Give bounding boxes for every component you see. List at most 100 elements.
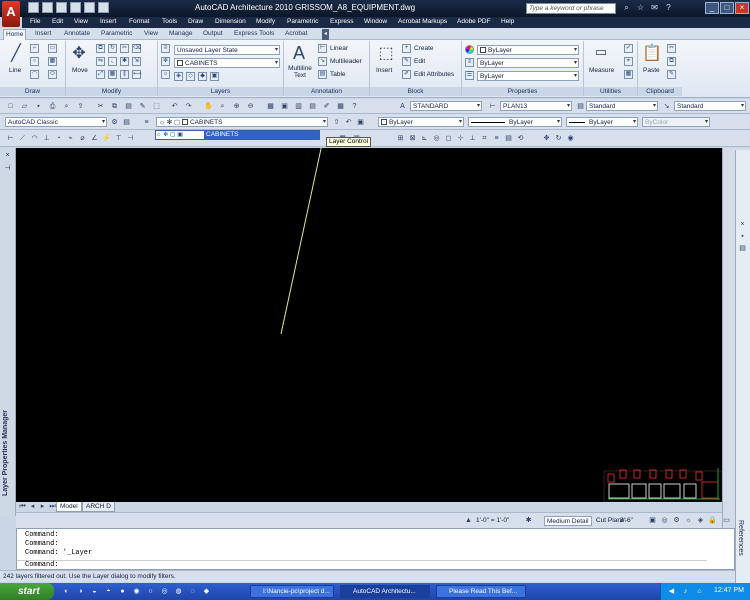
copy-clip-icon[interactable]: ⧉ bbox=[667, 57, 676, 66]
cut-icon[interactable]: ✂ bbox=[96, 102, 105, 111]
workspace-settings-icon[interactable]: ⚙ bbox=[110, 118, 119, 127]
text-style-icon[interactable]: A bbox=[398, 102, 407, 111]
color-control-combo[interactable]: ByLayer ▾ bbox=[378, 117, 464, 127]
status-tool-icon[interactable]: ☼ bbox=[684, 516, 693, 525]
polyline-icon[interactable]: ⌐ bbox=[30, 44, 39, 53]
lengthen-icon[interactable]: ⟷ bbox=[132, 70, 142, 79]
diameter-icon[interactable]: ⌀ bbox=[78, 134, 87, 143]
help-icon[interactable]: ? bbox=[350, 102, 359, 111]
jogged-icon[interactable]: ⌁ bbox=[66, 134, 75, 143]
application-menu-button[interactable]: A bbox=[2, 1, 20, 27]
close-icon[interactable]: × bbox=[738, 220, 747, 229]
edit-attributes-icon[interactable]: ✐ bbox=[402, 70, 411, 79]
tab-view[interactable]: View bbox=[142, 29, 160, 40]
color-wheel-icon[interactable] bbox=[465, 45, 474, 54]
lwt-icon[interactable]: ≡ bbox=[492, 134, 501, 143]
measure-label[interactable]: Measure bbox=[589, 67, 614, 74]
create-block-icon[interactable]: + bbox=[402, 44, 411, 53]
save-icon[interactable]: ▪ bbox=[34, 102, 43, 111]
plot-icon[interactable] bbox=[70, 2, 81, 13]
network-icon[interactable]: ⌂ bbox=[695, 587, 704, 596]
fillet-icon[interactable]: ⌞ bbox=[108, 57, 117, 66]
baseline-icon[interactable]: ⊤ bbox=[114, 134, 123, 143]
menu-window[interactable]: Window bbox=[364, 18, 387, 25]
quick-launch-icon[interactable]: ● bbox=[118, 587, 127, 596]
layer-control-combo[interactable]: ☼ ✻ ▢ CABINETS ▾ bbox=[156, 117, 328, 127]
plot-preview-icon[interactable]: ⌕ bbox=[62, 102, 71, 111]
quick-launch-icon[interactable]: ○ bbox=[146, 587, 155, 596]
dim-style-combo[interactable]: PLAN13 ▾ bbox=[500, 101, 572, 111]
create-label[interactable]: Create bbox=[414, 45, 434, 52]
open-icon[interactable]: ▱ bbox=[20, 102, 29, 111]
rectangle-icon[interactable]: ▭ bbox=[48, 44, 57, 53]
pin-icon[interactable]: ▪ bbox=[738, 232, 747, 241]
command-line[interactable]: Command: Command: Command: '_Layer Comma… bbox=[16, 528, 735, 570]
circle-icon[interactable]: ○ bbox=[30, 57, 39, 66]
trim-icon[interactable]: ✂ bbox=[120, 44, 129, 53]
quick-launch-icon[interactable]: ◆ bbox=[202, 587, 211, 596]
quick-launch-icon[interactable]: ◑ bbox=[76, 587, 85, 596]
save-icon[interactable] bbox=[56, 2, 67, 13]
mleader-style-icon[interactable]: ↘ bbox=[662, 102, 671, 111]
orbit-icon[interactable]: ↻ bbox=[554, 134, 563, 143]
layer-previous-icon[interactable]: ↶ bbox=[344, 118, 353, 127]
match-icon[interactable]: ✎ bbox=[138, 102, 147, 111]
draw-panel-title[interactable]: Draw bbox=[0, 87, 65, 96]
close-icon[interactable]: × bbox=[3, 152, 12, 161]
make-current-icon[interactable]: ⇧ bbox=[332, 118, 341, 127]
copy-icon[interactable]: ⧉ bbox=[96, 44, 105, 53]
cut-plane-value[interactable]: 3'-6" bbox=[620, 517, 633, 524]
lineweight-combo[interactable]: ByLayer ▾ bbox=[477, 71, 579, 81]
menu-adobe-pdf[interactable]: Adobe PDF bbox=[457, 18, 491, 25]
lineweight-control-combo[interactable]: ByLayer ▾ bbox=[566, 117, 638, 127]
workspace-lock-icon[interactable]: ▤ bbox=[122, 118, 131, 127]
move-button-label[interactable]: Move bbox=[72, 67, 88, 74]
menu-view[interactable]: View bbox=[74, 18, 88, 25]
sc-icon[interactable]: ⟲ bbox=[516, 134, 525, 143]
quick-launch-icon[interactable]: ◍ bbox=[174, 587, 183, 596]
offset-icon[interactable]: ∥ bbox=[120, 70, 129, 79]
quick-launch-icon[interactable]: ◉ bbox=[132, 587, 141, 596]
zoom-window-icon[interactable]: ⊕ bbox=[232, 102, 241, 111]
radius-icon[interactable]: ◔ bbox=[54, 134, 63, 143]
edit-label[interactable]: Edit bbox=[414, 58, 425, 65]
insert-label[interactable]: Insert bbox=[376, 67, 392, 74]
layer-combo[interactable]: CABINETS ▾ bbox=[174, 58, 280, 68]
block-editor-icon[interactable]: ⬚ bbox=[152, 102, 161, 111]
move-icon[interactable]: ✥ bbox=[69, 43, 89, 63]
block-panel-title[interactable]: Block bbox=[370, 87, 461, 96]
tab-parametric[interactable]: Parametric bbox=[99, 29, 134, 40]
array-icon[interactable]: ▦ bbox=[108, 70, 117, 79]
paste-icon[interactable]: ▤ bbox=[124, 102, 133, 111]
zoom-realtime-icon[interactable]: ⌕ bbox=[218, 102, 227, 111]
tray-icon[interactable]: ◀ bbox=[667, 587, 676, 596]
quick-launch-icon[interactable]: ◓ bbox=[104, 587, 113, 596]
quick-launch-icon[interactable]: ◒ bbox=[90, 587, 99, 596]
steering-icon[interactable]: ◉ bbox=[566, 134, 575, 143]
ordinate-icon[interactable]: ⊥ bbox=[42, 134, 51, 143]
taskbar-item-browser[interactable]: Please Read This Bef... bbox=[436, 585, 526, 598]
zoom-previous-icon[interactable]: ⊖ bbox=[246, 102, 255, 111]
redo-icon[interactable]: ↷ bbox=[184, 102, 193, 111]
help-icon[interactable]: ? bbox=[664, 3, 673, 13]
arc-icon[interactable]: ◠ bbox=[30, 70, 39, 79]
minimize-button[interactable]: _ bbox=[705, 2, 719, 14]
layer-freeze-icon[interactable]: ✻ bbox=[161, 57, 170, 66]
menu-parametric[interactable]: Parametric bbox=[287, 18, 318, 25]
menu-express[interactable]: Express bbox=[330, 18, 353, 25]
erase-icon[interactable]: ⌫ bbox=[132, 44, 141, 53]
maximize-button[interactable]: □ bbox=[720, 2, 734, 14]
tool-palettes-icon[interactable]: ▥ bbox=[294, 102, 303, 111]
id-point-icon[interactable]: ⌖ bbox=[624, 57, 633, 66]
lock-icon[interactable]: 🔒 bbox=[708, 516, 717, 525]
tab-model[interactable]: Model bbox=[56, 502, 82, 512]
menu-help[interactable]: Help bbox=[501, 18, 514, 25]
properties-icon[interactable]: ▤ bbox=[738, 244, 747, 253]
edit-block-icon[interactable]: ✎ bbox=[402, 57, 411, 66]
new-icon[interactable]: □ bbox=[6, 102, 15, 111]
status-tool-icon[interactable]: ◎ bbox=[660, 516, 669, 525]
aligned-dim-icon[interactable]: ⟋ bbox=[18, 134, 27, 143]
quick-select-icon[interactable]: ✓ bbox=[624, 44, 633, 53]
design-center-icon[interactable]: ▣ bbox=[280, 102, 289, 111]
plotstyle-control-combo[interactable]: ByColor ▾ bbox=[642, 117, 710, 127]
